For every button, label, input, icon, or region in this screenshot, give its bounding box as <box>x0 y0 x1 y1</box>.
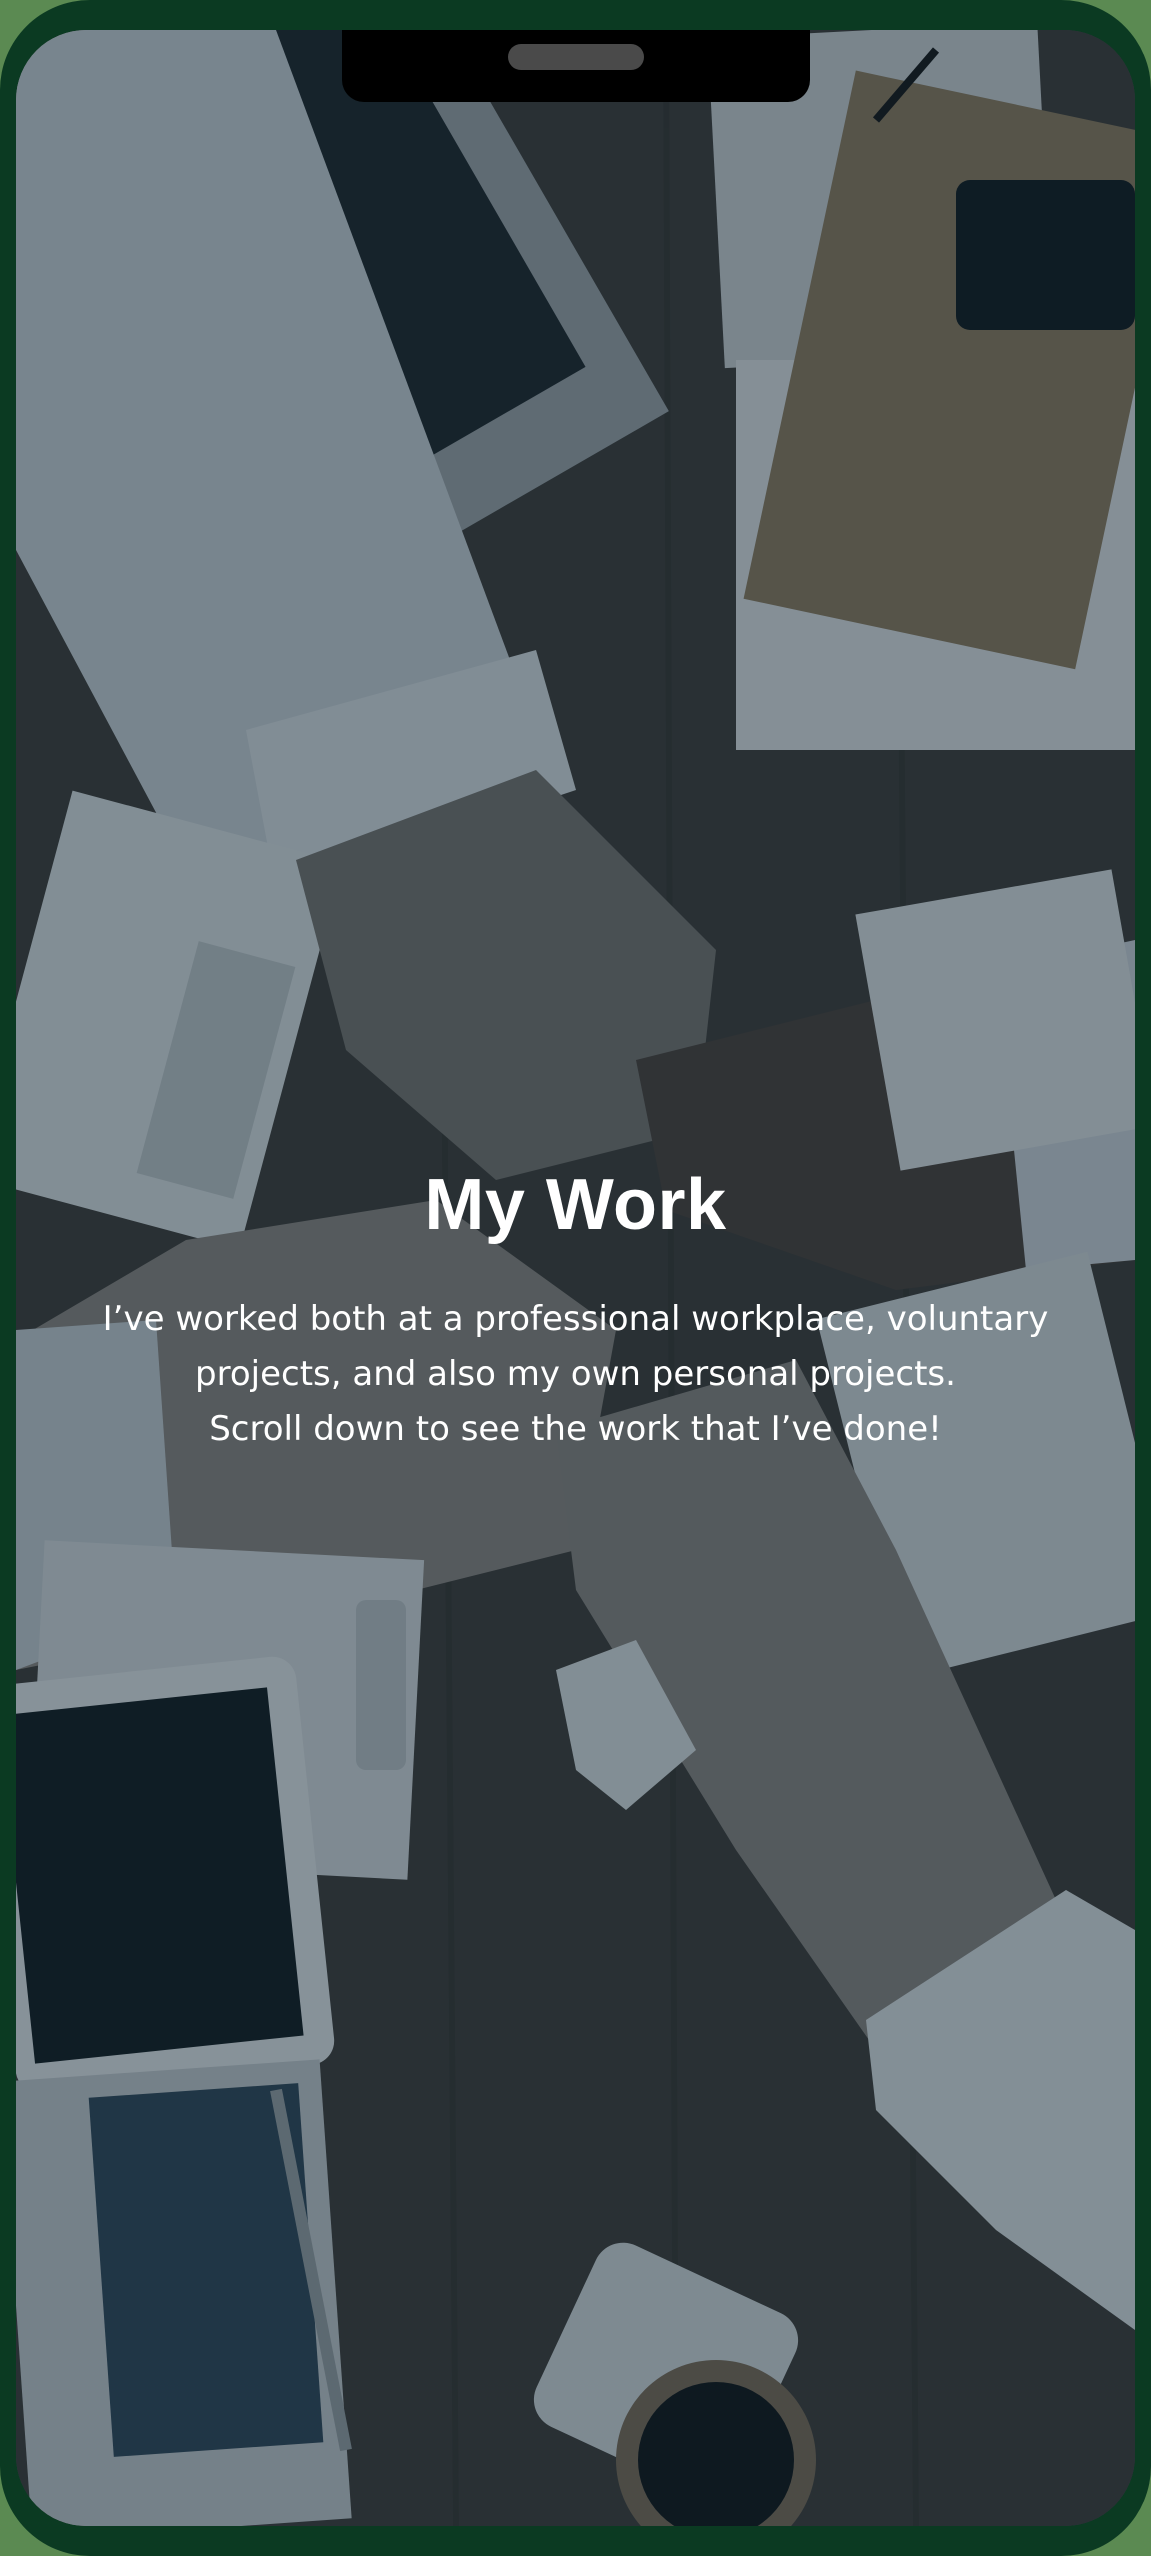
phone-notch <box>342 30 810 102</box>
speaker-grille <box>508 44 644 70</box>
screen: My Work I’ve worked both at a profession… <box>16 30 1135 2526</box>
page: My Work I’ve worked both at a profession… <box>0 0 1151 2556</box>
hero-description: I’ve worked both at a professional workp… <box>76 1292 1076 1457</box>
page-title: My Work <box>424 1165 727 1245</box>
hero-description-line: Scroll down to see the work that I’ve do… <box>209 1409 942 1449</box>
hero-description-line: I’ve worked both at a professional workp… <box>102 1299 1049 1339</box>
hero-section: My Work I’ve worked both at a profession… <box>16 1160 1135 1457</box>
phone-frame: My Work I’ve worked both at a profession… <box>0 0 1151 2556</box>
hero-description-line: projects, and also my own personal proje… <box>195 1354 956 1394</box>
